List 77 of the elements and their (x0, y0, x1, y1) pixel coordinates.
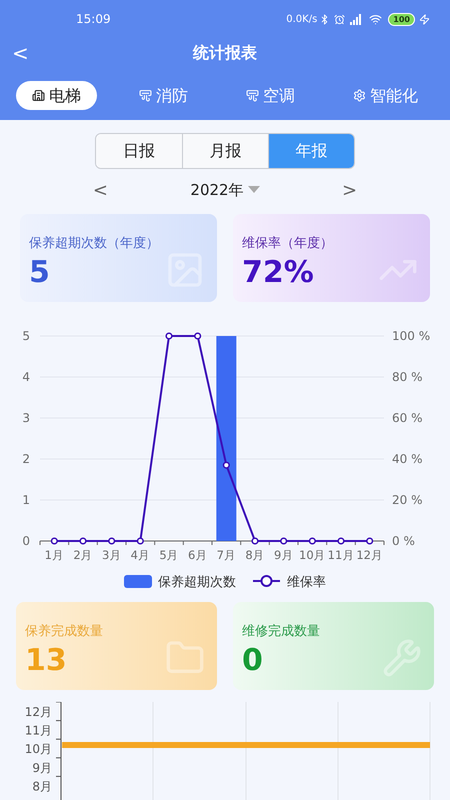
data-point (251, 537, 259, 545)
data-point (308, 537, 316, 545)
period-tab[interactable]: 年报 (268, 134, 354, 168)
air-vent-icon (246, 89, 259, 102)
stat-label: 维修完成数量 (242, 623, 321, 641)
data-point (136, 537, 144, 545)
data-point (366, 537, 374, 545)
back-button[interactable]: < (10, 43, 31, 63)
next-year-button[interactable]: > (340, 176, 360, 204)
axis-label: 10月 (24, 742, 52, 756)
category-tab[interactable]: 空调 (230, 81, 311, 110)
axis-label: 4 (22, 370, 30, 384)
axis-label: 11月 (24, 724, 52, 738)
axis-label: 7月 (216, 548, 236, 562)
data-point (222, 462, 230, 469)
data-point (108, 537, 116, 545)
axis-label: 12月 (24, 705, 52, 719)
axis-label: 6月 (188, 548, 208, 562)
axis-label: 1 (22, 493, 30, 507)
data-point (79, 537, 87, 545)
axis-label: 0 (22, 534, 30, 548)
category-tab[interactable]: 消防 (123, 81, 204, 110)
page-title: 统计报表 (193, 42, 257, 64)
axis-label: 3月 (102, 548, 122, 562)
axis-label: 5月 (159, 548, 179, 562)
axis-label: 11月 (328, 548, 354, 562)
legend-line-icon (253, 575, 280, 587)
period-tab[interactable]: 日报 (96, 134, 182, 168)
wrench-icon (382, 638, 422, 678)
axis-label: 9月 (32, 760, 52, 775)
axis-label: 2月 (73, 548, 93, 562)
stat-value: 13 (25, 642, 67, 680)
stat-label: 维保率（年度） (242, 235, 334, 253)
axis-label: 3 (22, 411, 30, 425)
status-time: 15:09 (76, 11, 111, 28)
axis-label: 5 (22, 329, 30, 343)
axis-label: 9月 (274, 548, 294, 562)
prev-year-button[interactable]: < (90, 176, 110, 204)
network-speed: 0.0K/s (286, 12, 318, 26)
data-point (50, 537, 58, 545)
alarm-icon (334, 14, 346, 24)
dropdown-caret-icon (248, 186, 260, 194)
category-tab[interactable]: 电梯 (16, 81, 97, 110)
axis-label: 100 % (392, 329, 430, 343)
axis-label: 0 % (392, 534, 415, 548)
axis-label: 20 % (392, 493, 422, 507)
gear-icon (353, 89, 366, 102)
axis-label: 1月 (44, 548, 64, 562)
data-point (194, 332, 202, 340)
year-dropdown[interactable]: 2022年 (190, 178, 260, 202)
period-tab[interactable]: 月报 (182, 134, 268, 168)
stat-label: 保养完成数量 (25, 623, 104, 641)
axis-label: 40 % (392, 452, 422, 466)
stat-label: 保养超期次数（年度） (29, 235, 160, 253)
axis-label: 8月 (245, 548, 265, 562)
axis-label: 4月 (130, 548, 150, 562)
category-tab[interactable]: 智能化 (337, 81, 434, 110)
data-point (280, 537, 288, 545)
bluetooth-icon (319, 14, 330, 24)
stat-value: 72% (242, 254, 314, 292)
axis-label: 8月 (32, 779, 52, 794)
wifi-icon (369, 12, 382, 26)
stat-value: 0 (242, 642, 263, 680)
axis-label: 10月 (299, 548, 326, 562)
legend-label: 维保率 (287, 575, 326, 590)
charging-icon (419, 14, 430, 24)
axis-label: 60 % (392, 411, 422, 425)
battery-icon: 100 (388, 12, 415, 26)
axis-label: 12月 (356, 548, 383, 562)
signal-icon (350, 14, 364, 24)
data-point (165, 332, 173, 340)
stat-value: 5 (29, 254, 50, 292)
legend-swatch (124, 575, 152, 588)
data-point (337, 537, 345, 545)
axis-label: 80 % (392, 370, 422, 384)
axis-label: 2 (22, 452, 30, 466)
legend-label: 保养超期次数 (158, 575, 236, 590)
